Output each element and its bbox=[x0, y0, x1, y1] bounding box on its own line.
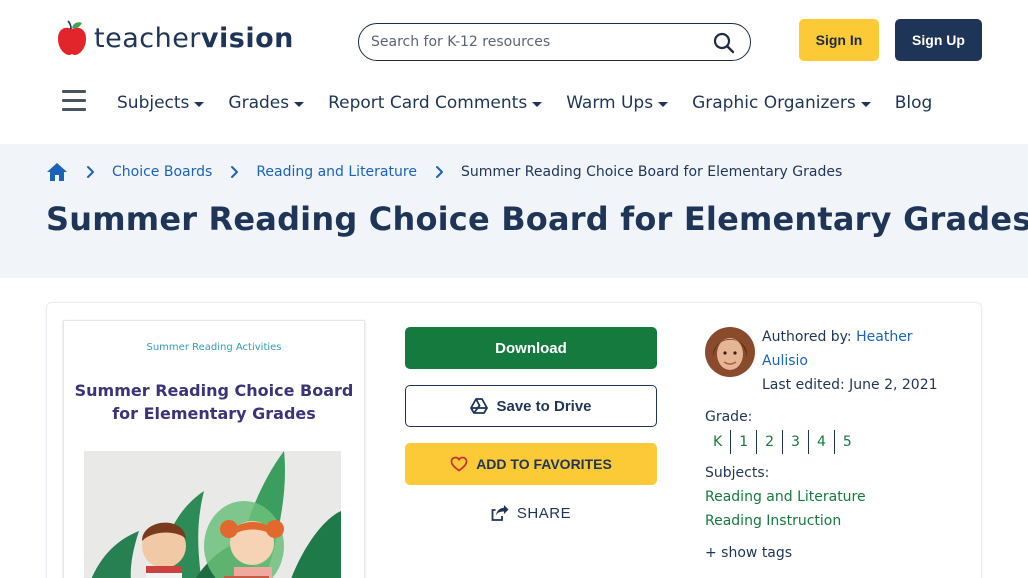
grade-link[interactable]: 4 bbox=[809, 430, 835, 454]
apple-icon bbox=[58, 20, 86, 55]
subject-link[interactable]: Reading and Literature bbox=[705, 489, 866, 505]
thumbnail-title-line2: for Elementary Grades bbox=[112, 404, 316, 423]
site-header: teachervision Sign In Sign Up Subjects G… bbox=[0, 0, 1028, 144]
nav-item-warm-ups[interactable]: Warm Ups bbox=[566, 93, 669, 113]
caret-down-icon bbox=[658, 101, 669, 107]
search-icon[interactable] bbox=[712, 31, 736, 55]
nav-item-label: Graphic Organizers bbox=[692, 93, 856, 113]
search-bar bbox=[358, 23, 751, 61]
caret-down-icon bbox=[532, 101, 543, 107]
grade-link[interactable]: 5 bbox=[835, 430, 860, 454]
author-line: Authored by: Heather bbox=[762, 329, 913, 345]
breadcrumb-link-choice-boards[interactable]: Choice Boards bbox=[112, 164, 212, 180]
grade-list: K 1 2 3 4 5 bbox=[705, 430, 860, 454]
chevron-right-icon bbox=[435, 166, 443, 178]
google-drive-icon bbox=[470, 398, 489, 414]
chevron-right-icon bbox=[231, 166, 239, 178]
menu-icon[interactable] bbox=[62, 90, 86, 112]
breadcrumb-link-reading-and-literature[interactable]: Reading and Literature bbox=[256, 164, 417, 180]
save-to-drive-button[interactable]: Save to Drive bbox=[405, 385, 657, 427]
sign-in-button[interactable]: Sign In bbox=[799, 19, 879, 61]
nav-item-graphic-organizers[interactable]: Graphic Organizers bbox=[692, 93, 871, 113]
logo-text-light: teacher bbox=[94, 22, 201, 54]
nav-item-grades[interactable]: Grades bbox=[228, 93, 305, 113]
show-tags-toggle[interactable]: + show tags bbox=[705, 545, 792, 561]
nav-item-label: Subjects bbox=[117, 93, 190, 113]
nav-item-label: Grades bbox=[228, 93, 290, 113]
heart-icon bbox=[450, 456, 468, 472]
last-edited: Last edited: June 2, 2021 bbox=[762, 377, 938, 393]
nav-item-subjects[interactable]: Subjects bbox=[117, 93, 205, 113]
nav-item-blog[interactable]: Blog bbox=[895, 93, 933, 113]
add-to-favorites-label: ADD TO FAVORITES bbox=[476, 456, 612, 472]
share-label: SHARE bbox=[516, 504, 572, 522]
resource-thumbnail[interactable]: Summer Reading Activities Summer Reading… bbox=[63, 320, 365, 578]
subjects-label: Subjects: bbox=[705, 465, 770, 481]
chevron-right-icon bbox=[87, 166, 94, 178]
caret-down-icon bbox=[860, 101, 871, 107]
search-input[interactable] bbox=[359, 34, 699, 50]
grade-link[interactable]: 3 bbox=[783, 430, 809, 454]
save-to-drive-label: Save to Drive bbox=[496, 397, 592, 415]
thumbnail-title-line1: Summer Reading Choice Board bbox=[74, 381, 354, 400]
main-nav: Subjects Grades Report Card Comments War… bbox=[117, 90, 956, 116]
author-link-continued[interactable]: Aulisio bbox=[762, 353, 808, 369]
nav-item-report-card-comments[interactable]: Report Card Comments bbox=[328, 93, 543, 113]
nav-item-label: Report Card Comments bbox=[328, 93, 528, 113]
grade-label: Grade: bbox=[705, 409, 753, 425]
author-link[interactable]: Heather bbox=[856, 329, 912, 345]
breadcrumb: Choice Boards Reading and Literature Sum… bbox=[46, 160, 842, 184]
breadcrumb-current: Summer Reading Choice Board for Elementa… bbox=[460, 164, 843, 180]
home-icon[interactable] bbox=[46, 161, 68, 183]
avatar-image bbox=[705, 327, 755, 377]
authored-by-label: Authored by: bbox=[762, 329, 852, 345]
nav-item-label: Warm Ups bbox=[566, 93, 654, 113]
kids-reading-illustration bbox=[84, 451, 341, 578]
download-button[interactable]: Download bbox=[405, 327, 657, 369]
caret-down-icon bbox=[194, 101, 205, 107]
share-button[interactable]: SHARE bbox=[405, 500, 657, 526]
logo-text-bold: vision bbox=[200, 22, 294, 54]
caret-down-icon bbox=[294, 101, 305, 107]
logo-wordmark: teachervision bbox=[94, 23, 294, 54]
share-icon bbox=[491, 505, 509, 521]
grade-link[interactable]: K bbox=[705, 430, 732, 454]
thumbnail-subtitle: Summer Reading Activities bbox=[146, 342, 282, 353]
grade-link[interactable]: 2 bbox=[757, 430, 784, 454]
sign-up-button[interactable]: Sign Up bbox=[895, 19, 982, 61]
thumbnail-title: Summer Reading Choice Board for Elementa… bbox=[64, 379, 364, 425]
page-title: Summer Reading Choice Board for Elementa… bbox=[46, 200, 1028, 238]
nav-item-label: Blog bbox=[894, 93, 933, 113]
author-avatar[interactable] bbox=[705, 327, 755, 377]
add-to-favorites-button[interactable]: ADD TO FAVORITES bbox=[405, 443, 657, 485]
site-logo[interactable]: teachervision bbox=[56, 20, 294, 56]
grade-link[interactable]: 1 bbox=[731, 430, 758, 454]
subject-link[interactable]: Reading Instruction bbox=[705, 513, 841, 529]
